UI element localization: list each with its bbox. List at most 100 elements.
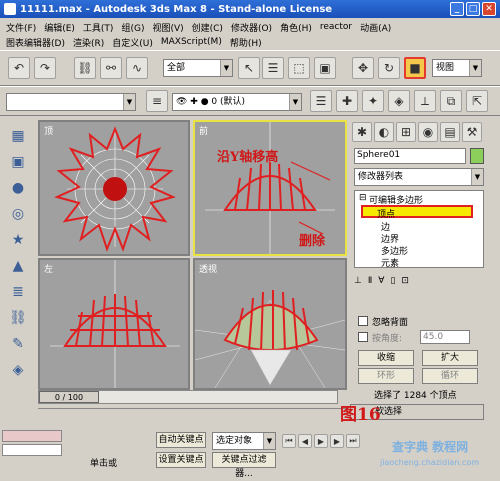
create-layer-icon[interactable]: ☰ — [310, 90, 332, 112]
star-icon[interactable]: ★ — [6, 228, 30, 252]
create-tab-icon[interactable]: ✱ — [352, 122, 372, 142]
stack-icon[interactable]: ≣ — [6, 280, 30, 304]
selected-object-dropdown[interactable]: 选定对象 ▼ — [212, 432, 276, 450]
select-link-icon[interactable]: ⛓ — [74, 57, 96, 79]
menu-item-3[interactable]: 组(G) — [121, 21, 144, 34]
maximize-button[interactable]: □ — [466, 2, 480, 16]
track-bar[interactable] — [38, 408, 348, 422]
by-angle-checkbox[interactable] — [358, 332, 368, 342]
menu-item-4[interactable]: 视图(V) — [152, 21, 183, 34]
redo-icon[interactable]: ↷ — [34, 57, 56, 79]
layer-dropdown[interactable]: 👁 ✚ ● 0 (默认) ▼ — [172, 93, 302, 111]
menu-item-6[interactable]: 修改器(O) — [231, 21, 272, 34]
menu-item-row2-4[interactable]: 帮助(H) — [230, 36, 262, 49]
show-end-result-icon[interactable]: Ⅱ — [368, 276, 372, 288]
menu-item-row2-3[interactable]: MAXScript(M) — [161, 37, 222, 47]
viewport-perspective[interactable]: 透视 — [193, 258, 347, 390]
select-object-icon[interactable]: ↖ — [238, 57, 260, 79]
object-name-field[interactable]: Sphere01 — [354, 148, 466, 164]
named-selection-dropdown[interactable]: ▼ — [6, 93, 136, 111]
freeze-layer-icon[interactable]: ⧉ — [440, 90, 462, 112]
minimize-button[interactable]: _ — [450, 2, 464, 16]
menu-item-row2-1[interactable]: 渲染(R) — [73, 36, 104, 49]
ignore-backfacing-checkbox[interactable] — [358, 316, 368, 326]
modifier-list-dropdown[interactable]: 修改器列表 ▼ — [354, 168, 484, 186]
go-to-start-icon[interactable]: ⏮ — [282, 434, 296, 448]
motion-tab-icon[interactable]: ◉ — [418, 122, 438, 142]
undo-icon[interactable]: ↶ — [8, 57, 30, 79]
menu-item-1[interactable]: 编辑(E) — [44, 21, 75, 34]
ignore-backfacing-label: 忽略背面 — [372, 318, 409, 328]
move-y-annotation: 沿Y轴移高 — [217, 150, 279, 165]
time-slider-thumb[interactable]: 0 / 100 — [39, 391, 99, 403]
selection-filter-dropdown[interactable]: 全部 ▼ — [163, 59, 233, 77]
by-angle-field[interactable]: 45.0 — [420, 330, 470, 344]
play-icon[interactable]: ▶ — [314, 434, 328, 448]
modifier-list-value: 修改器列表 — [358, 172, 404, 182]
menu-item-0[interactable]: 文件(F) — [6, 21, 36, 34]
pin-stack-icon[interactable]: ⊥ — [354, 276, 362, 288]
close-button[interactable]: ✕ — [482, 2, 496, 16]
menu-item-7[interactable]: 角色(H) — [280, 21, 312, 34]
next-frame-icon[interactable]: ▶ — [330, 434, 344, 448]
watermark-title: 查字典 教程网 — [392, 440, 469, 454]
cube-icon[interactable]: ▣ — [6, 150, 30, 174]
menu-item-5[interactable]: 创建(C) — [192, 21, 223, 34]
select-in-layer-icon[interactable]: ✦ — [362, 90, 384, 112]
menu-item-8[interactable]: reactor — [320, 22, 352, 32]
display-tab-icon[interactable]: ▤ — [440, 122, 460, 142]
auto-key-button[interactable]: 自动关键点 — [156, 432, 206, 448]
add-to-layer-icon[interactable]: ✚ — [336, 90, 358, 112]
stack-item-label: 顶点 — [377, 210, 396, 220]
maxscript-listener[interactable] — [2, 430, 62, 442]
object-color-swatch[interactable] — [470, 148, 484, 164]
configure-icon[interactable]: ⊡ — [401, 276, 409, 288]
viewport-front[interactable]: 前 沿Y轴移高 删除 — [193, 120, 347, 256]
layer-properties-icon[interactable]: ⇱ — [466, 90, 488, 112]
menu-item-row2-2[interactable]: 自定义(U) — [112, 36, 153, 49]
move-icon[interactable]: ✥ — [352, 57, 374, 79]
scale-icon[interactable]: ■ — [404, 57, 426, 79]
ring-button[interactable]: 环形 — [358, 368, 414, 384]
maxscript-input[interactable] — [2, 444, 62, 456]
set-key-button[interactable]: 设置关键点 — [156, 452, 206, 468]
time-slider[interactable]: 0 / 100 — [38, 390, 338, 404]
reference-coordinate-dropdown[interactable]: 视图 ▼ — [432, 59, 482, 77]
bind-space-warp-icon[interactable]: ∿ — [126, 57, 148, 79]
box-icon[interactable]: ▦ — [6, 124, 30, 148]
window-crossing-icon[interactable]: ▣ — [314, 57, 336, 79]
rectangle-selection-icon[interactable]: ⬚ — [288, 57, 310, 79]
rotate-icon[interactable]: ↻ — [378, 57, 400, 79]
highlight-layer-icon[interactable]: ◈ — [388, 90, 410, 112]
layer-manager-icon[interactable]: ≡ — [146, 90, 168, 112]
chain-icon[interactable]: ⛓ — [6, 306, 30, 330]
go-to-end-icon[interactable]: ⏭ — [346, 434, 360, 448]
menu-item-9[interactable]: 动画(A) — [360, 21, 391, 34]
hierarchy-tab-icon[interactable]: ⊞ — [396, 122, 416, 142]
menu-item-2[interactable]: 工具(T) — [83, 21, 114, 34]
grow-button[interactable]: 扩大 — [422, 350, 478, 366]
viewport-left[interactable]: 左 — [38, 258, 190, 390]
unlink-icon[interactable]: ⚯ — [100, 57, 122, 79]
prev-frame-icon[interactable]: ◀ — [298, 434, 312, 448]
make-unique-icon[interactable]: ∀ — [378, 276, 384, 288]
remove-modifier-icon[interactable]: ▯ — [390, 276, 395, 288]
select-by-name-icon[interactable]: ☰ — [262, 57, 284, 79]
pyramid-icon[interactable]: ▲ — [6, 254, 30, 278]
modify-tab-icon[interactable]: ◐ — [374, 122, 394, 142]
layer-toolbar: ▼ ≡ 👁 ✚ ● 0 (默认) ▼ ☰ ✚ ✦ ◈ ⟂ ⧉ ⇱ — [0, 86, 500, 116]
cylinder-icon[interactable]: ◎ — [6, 202, 30, 226]
drop-icon[interactable]: ◈ — [6, 358, 30, 382]
stack-item-element[interactable]: 元素 — [381, 256, 399, 269]
stack-item-selected[interactable]: 顶点 — [361, 205, 473, 220]
utilities-tab-icon[interactable]: ⚒ — [462, 122, 482, 142]
viewport-top[interactable]: 顶 — [38, 120, 190, 256]
sphere-icon[interactable]: ● — [6, 176, 30, 200]
tool-icon[interactable]: ✎ — [6, 332, 30, 356]
menu-item-row2-0[interactable]: 图表编辑器(D) — [6, 36, 65, 49]
shrink-button[interactable]: 收缩 — [358, 350, 414, 366]
collapse-icon[interactable]: ⊟ — [359, 193, 367, 203]
key-filters-button[interactable]: 关键点过滤器... — [212, 452, 276, 479]
loop-button[interactable]: 循环 — [422, 368, 478, 384]
hide-layer-icon[interactable]: ⟂ — [414, 90, 436, 112]
